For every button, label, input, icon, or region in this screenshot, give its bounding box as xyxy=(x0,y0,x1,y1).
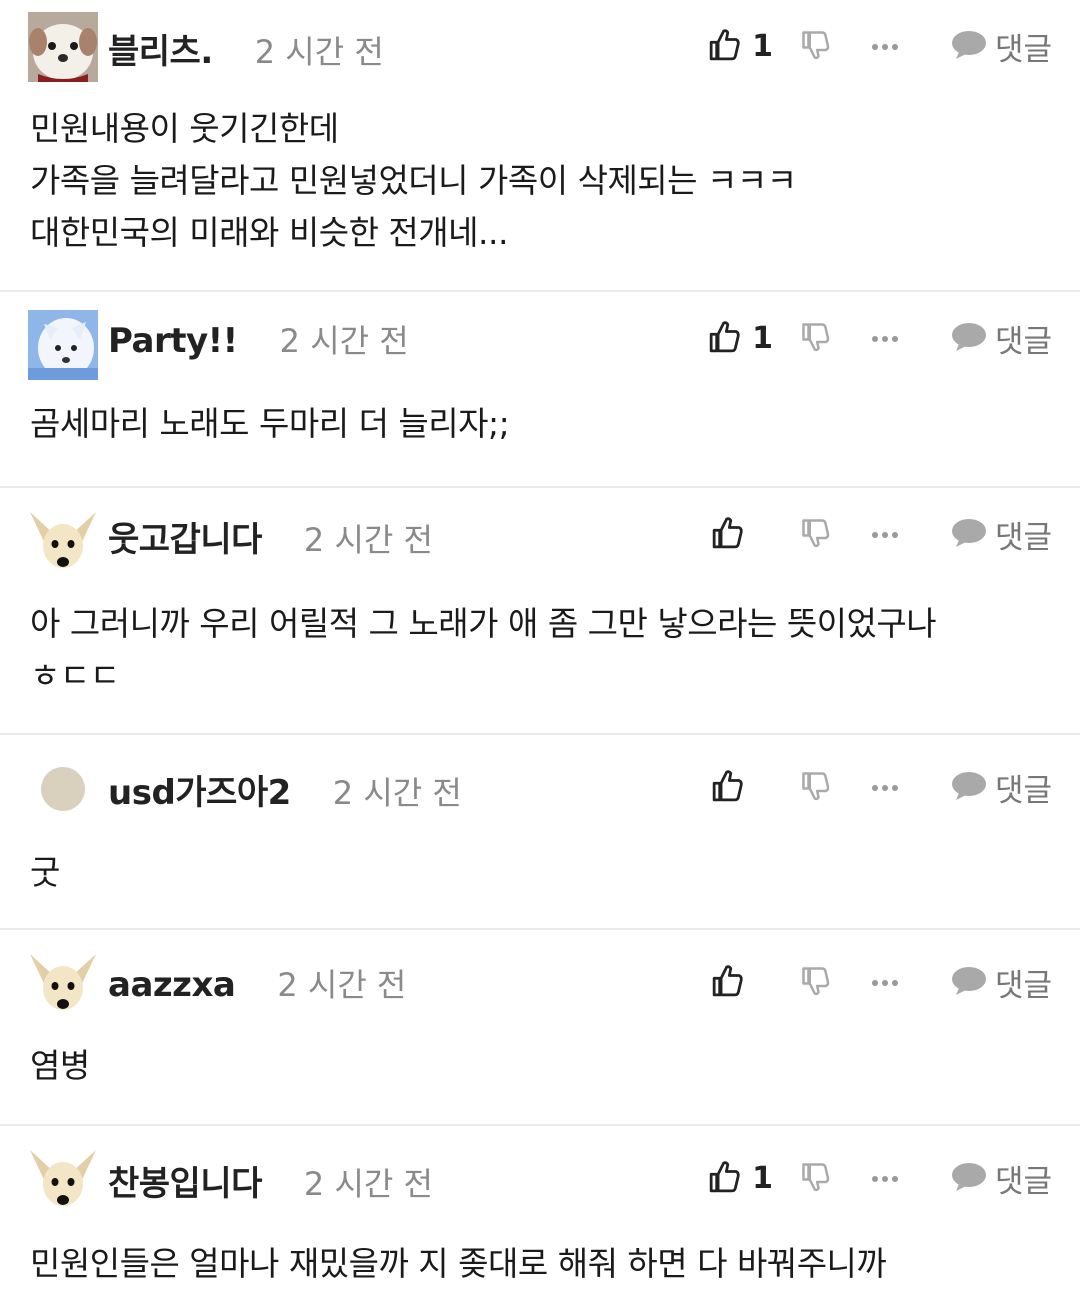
username[interactable]: aazzxa xyxy=(108,965,236,1005)
comment-header: 찬봉입니다 2 시간 전 1 댓글 xyxy=(0,1126,1080,1216)
comment-header: aazzxa 2 시간 전 댓글 xyxy=(0,930,1080,1020)
timestamp: 2 시간 전 xyxy=(303,1165,433,1203)
speech-bubble-icon xyxy=(951,30,987,64)
thumbs-up-icon xyxy=(708,1159,742,1199)
more-icon xyxy=(871,37,899,56)
reply-label: 댓글 xyxy=(994,520,1052,556)
username[interactable]: usd가즈아2 xyxy=(108,773,291,813)
thumbs-up-icon xyxy=(711,963,745,1003)
reply-button[interactable]: 댓글 xyxy=(951,765,1052,810)
comment-text: 곰세마리 노래도 두마리 더 늘리자;; xyxy=(30,404,510,443)
more-icon xyxy=(871,1169,899,1188)
reply-label: 댓글 xyxy=(994,968,1052,1004)
reply-label: 댓글 xyxy=(994,773,1052,809)
more-button[interactable] xyxy=(871,1169,899,1188)
username[interactable]: 웃고갑니다 xyxy=(108,520,262,560)
more-button[interactable] xyxy=(871,37,899,56)
timestamp: 2 시간 전 xyxy=(279,322,409,360)
more-icon xyxy=(871,778,899,797)
like-button[interactable] xyxy=(711,768,773,808)
reply-button[interactable]: 댓글 xyxy=(951,960,1052,1005)
comment-item: 블리츠. 2 시간 전 1 댓글 민원내용이 웃기긴한데 가족을 늘려달라고 민원… xyxy=(0,0,1080,292)
reply-label: 댓글 xyxy=(994,324,1052,360)
like-count: 1 xyxy=(752,1161,773,1196)
like-count: 1 xyxy=(752,321,773,356)
timestamp: 2 시간 전 xyxy=(332,774,462,812)
comment-item: 웃고갑니다 2 시간 전 댓글 아 그러니까 우리 어릴적 그 노래가 애 좀 그… xyxy=(0,488,1080,735)
like-count: 1 xyxy=(752,29,773,64)
comment-item: usd가즈아2 2 시간 전 댓글 굿 xyxy=(0,735,1080,930)
comment-item: aazzxa 2 시간 전 댓글 염병 xyxy=(0,930,1080,1126)
avatar[interactable] xyxy=(28,12,98,82)
avatar[interactable] xyxy=(28,948,98,1018)
avatar[interactable] xyxy=(28,1144,98,1214)
reply-label: 댓글 xyxy=(994,1164,1052,1200)
speech-bubble-icon xyxy=(951,966,987,1000)
dislike-button[interactable] xyxy=(801,1160,831,1198)
timestamp: 2 시간 전 xyxy=(277,966,407,1004)
dislike-button[interactable] xyxy=(801,516,831,554)
comment-header: 블리츠. 2 시간 전 1 댓글 xyxy=(0,0,1080,90)
comment-text: 염병 xyxy=(30,1046,90,1085)
more-button[interactable] xyxy=(871,525,899,544)
reply-button[interactable]: 댓글 xyxy=(951,24,1052,69)
speech-bubble-icon xyxy=(951,771,987,805)
reply-button[interactable]: 댓글 xyxy=(951,1156,1052,1201)
thumbs-up-icon xyxy=(708,27,742,67)
comment-header: 웃고갑니다 2 시간 전 댓글 xyxy=(0,488,1080,578)
comment-header: usd가즈아2 2 시간 전 댓글 xyxy=(0,735,1080,825)
comment-text: 굿 xyxy=(30,853,60,892)
avatar[interactable] xyxy=(28,506,98,576)
dislike-button[interactable] xyxy=(801,769,831,807)
thumbs-down-icon xyxy=(801,964,831,1002)
username[interactable]: 블리츠. xyxy=(108,32,213,72)
dislike-button[interactable] xyxy=(801,320,831,358)
speech-bubble-icon xyxy=(951,1162,987,1196)
thumbs-down-icon xyxy=(801,516,831,554)
speech-bubble-icon xyxy=(951,322,987,356)
reply-button[interactable]: 댓글 xyxy=(951,316,1052,361)
thumbs-up-icon xyxy=(711,768,745,808)
speech-bubble-icon xyxy=(951,518,987,552)
comment-header: Party!! 2 시간 전 1 댓글 xyxy=(0,292,1080,382)
like-button[interactable] xyxy=(711,515,773,555)
comment-text: 민원내용이 웃기긴한데 가족을 늘려달라고 민원넣었더니 가족이 삭제되는 ㅋㅋ… xyxy=(30,109,797,252)
like-button[interactable]: 1 xyxy=(708,27,773,67)
comment-item: 찬봉입니다 2 시간 전 1 댓글 민원인들은 얼마나 재밌을까 지 좆대로 해줘… xyxy=(0,1126,1080,1310)
avatar[interactable] xyxy=(28,753,98,823)
thumbs-down-icon xyxy=(801,28,831,66)
more-button[interactable] xyxy=(871,329,899,348)
comment-item: Party!! 2 시간 전 1 댓글 곰세마리 노래도 두마리 더 늘리자;; xyxy=(0,292,1080,488)
thumbs-down-icon xyxy=(801,769,831,807)
timestamp: 2 시간 전 xyxy=(303,521,433,559)
like-button[interactable] xyxy=(711,963,773,1003)
thumbs-up-icon xyxy=(708,319,742,359)
more-button[interactable] xyxy=(871,973,899,992)
more-icon xyxy=(871,329,899,348)
comment-text: 아 그러니까 우리 어릴적 그 노래가 애 좀 그만 낳으라는 뜻이었구나 ㅎㄷ… xyxy=(30,604,937,695)
reply-label: 댓글 xyxy=(994,32,1052,68)
thumbs-down-icon xyxy=(801,320,831,358)
avatar[interactable] xyxy=(28,310,98,380)
timestamp: 2 시간 전 xyxy=(254,33,384,71)
thumbs-up-icon xyxy=(711,515,745,555)
more-icon xyxy=(871,525,899,544)
dislike-button[interactable] xyxy=(801,28,831,66)
reply-button[interactable]: 댓글 xyxy=(951,512,1052,557)
comment-text: 민원인들은 얼마나 재밌을까 지 좆대로 해줘 하면 다 바꿔주니까 xyxy=(30,1244,887,1283)
like-button[interactable]: 1 xyxy=(708,319,773,359)
username[interactable]: Party!! xyxy=(108,321,238,361)
dislike-button[interactable] xyxy=(801,964,831,1002)
like-button[interactable]: 1 xyxy=(708,1159,773,1199)
username[interactable]: 찬봉입니다 xyxy=(108,1164,262,1204)
more-button[interactable] xyxy=(871,778,899,797)
thumbs-down-icon xyxy=(801,1160,831,1198)
more-icon xyxy=(871,973,899,992)
